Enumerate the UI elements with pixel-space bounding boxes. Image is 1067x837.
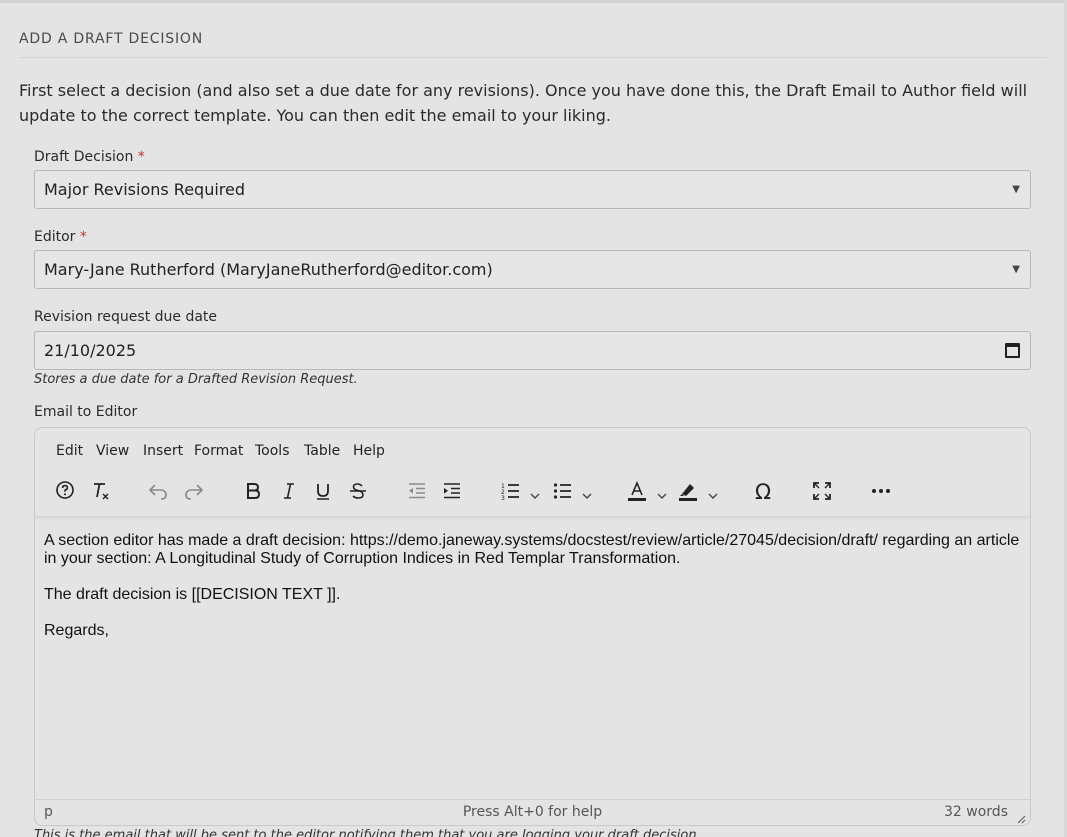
- draft-decision-select[interactable]: Major Revisions Required ▼: [34, 170, 1031, 209]
- due-date-input[interactable]: 21/10/2025: [34, 331, 1031, 370]
- email-label: Email to Editor: [34, 404, 138, 420]
- email-paragraph: The draft decision is [[DECISION TEXT ]]…: [44, 586, 341, 603]
- email-help: This is the email that will be sent to t…: [34, 828, 701, 837]
- resize-handle-icon[interactable]: [1016, 812, 1026, 824]
- email-body[interactable]: A section editor has made a draft decisi…: [44, 532, 1024, 658]
- chevron-down-icon: ▼: [1012, 264, 1020, 275]
- required-marker: *: [79, 229, 87, 245]
- undo-icon[interactable]: [147, 480, 169, 504]
- toolbar-shadow: [35, 516, 1030, 520]
- editor-label-text: Editor: [34, 229, 76, 245]
- clear-formatting-icon[interactable]: [90, 480, 112, 504]
- editor-menubar: Edit View Insert Format Tools Table Help: [35, 428, 1030, 472]
- divider: [19, 57, 1047, 58]
- email-paragraph: A section editor has made a draft decisi…: [44, 532, 1020, 567]
- menu-insert[interactable]: Insert: [143, 443, 183, 459]
- more-options-icon[interactable]: [870, 480, 892, 504]
- required-marker: *: [137, 149, 145, 165]
- top-border: [0, 0, 1067, 3]
- menu-tools[interactable]: Tools: [255, 443, 290, 459]
- due-date-label: Revision request due date: [34, 309, 218, 325]
- menu-table[interactable]: Table: [304, 443, 340, 459]
- rich-text-editor[interactable]: Edit View Insert Format Tools Table Help: [34, 427, 1031, 826]
- help-hint: Press Alt+0 for help: [462, 804, 603, 820]
- chevron-down-icon: ▼: [1012, 184, 1020, 195]
- italic-icon[interactable]: [278, 480, 300, 504]
- editor-value: Mary-Jane Rutherford (MaryJaneRutherford…: [44, 260, 493, 279]
- intro-text: First select a decision (and also set a …: [19, 81, 1028, 125]
- email-paragraph: Regards,: [44, 622, 109, 639]
- indent-icon[interactable]: [441, 480, 463, 504]
- editor-toolbar: 123 Ω: [35, 472, 1030, 516]
- bold-icon[interactable]: [242, 480, 264, 504]
- editor-statusbar: p Press Alt+0 for help 32 words: [35, 799, 1030, 825]
- word-count[interactable]: 32 words: [944, 804, 1008, 820]
- strikethrough-icon[interactable]: [347, 480, 369, 504]
- special-character-icon[interactable]: Ω: [751, 480, 775, 504]
- outdent-icon[interactable]: [406, 480, 428, 504]
- help-icon[interactable]: [54, 480, 76, 504]
- chevron-down-icon[interactable]: [582, 486, 592, 499]
- redo-icon[interactable]: [183, 480, 205, 504]
- menu-view[interactable]: View: [96, 443, 129, 459]
- numbered-list-icon[interactable]: 123: [500, 480, 522, 504]
- due-date-value: 21/10/2025: [44, 341, 137, 360]
- menu-edit[interactable]: Edit: [56, 443, 83, 459]
- svg-text:3: 3: [501, 495, 505, 502]
- chevron-down-icon[interactable]: [708, 486, 718, 499]
- draft-decision-value: Major Revisions Required: [44, 180, 246, 199]
- calendar-icon[interactable]: [1005, 343, 1020, 358]
- draft-decision-label: Draft Decision *: [34, 149, 145, 165]
- draft-decision-label-text: Draft Decision: [34, 149, 134, 165]
- section-title: ADD A DRAFT DECISION: [19, 31, 203, 47]
- highlight-color-icon[interactable]: [677, 480, 699, 504]
- menu-format[interactable]: Format: [194, 443, 243, 459]
- editor-label: Editor *: [34, 229, 87, 245]
- menu-help[interactable]: Help: [353, 443, 385, 459]
- editor-select[interactable]: Mary-Jane Rutherford (MaryJaneRutherford…: [34, 250, 1031, 289]
- fullscreen-icon[interactable]: [811, 480, 833, 504]
- chevron-down-icon[interactable]: [530, 486, 540, 499]
- text-color-icon[interactable]: [626, 480, 648, 504]
- underline-icon[interactable]: [312, 480, 334, 504]
- due-date-help: Stores a due date for a Drafted Revision…: [34, 372, 358, 387]
- bullet-list-icon[interactable]: [552, 480, 574, 504]
- chevron-down-icon[interactable]: [657, 486, 667, 499]
